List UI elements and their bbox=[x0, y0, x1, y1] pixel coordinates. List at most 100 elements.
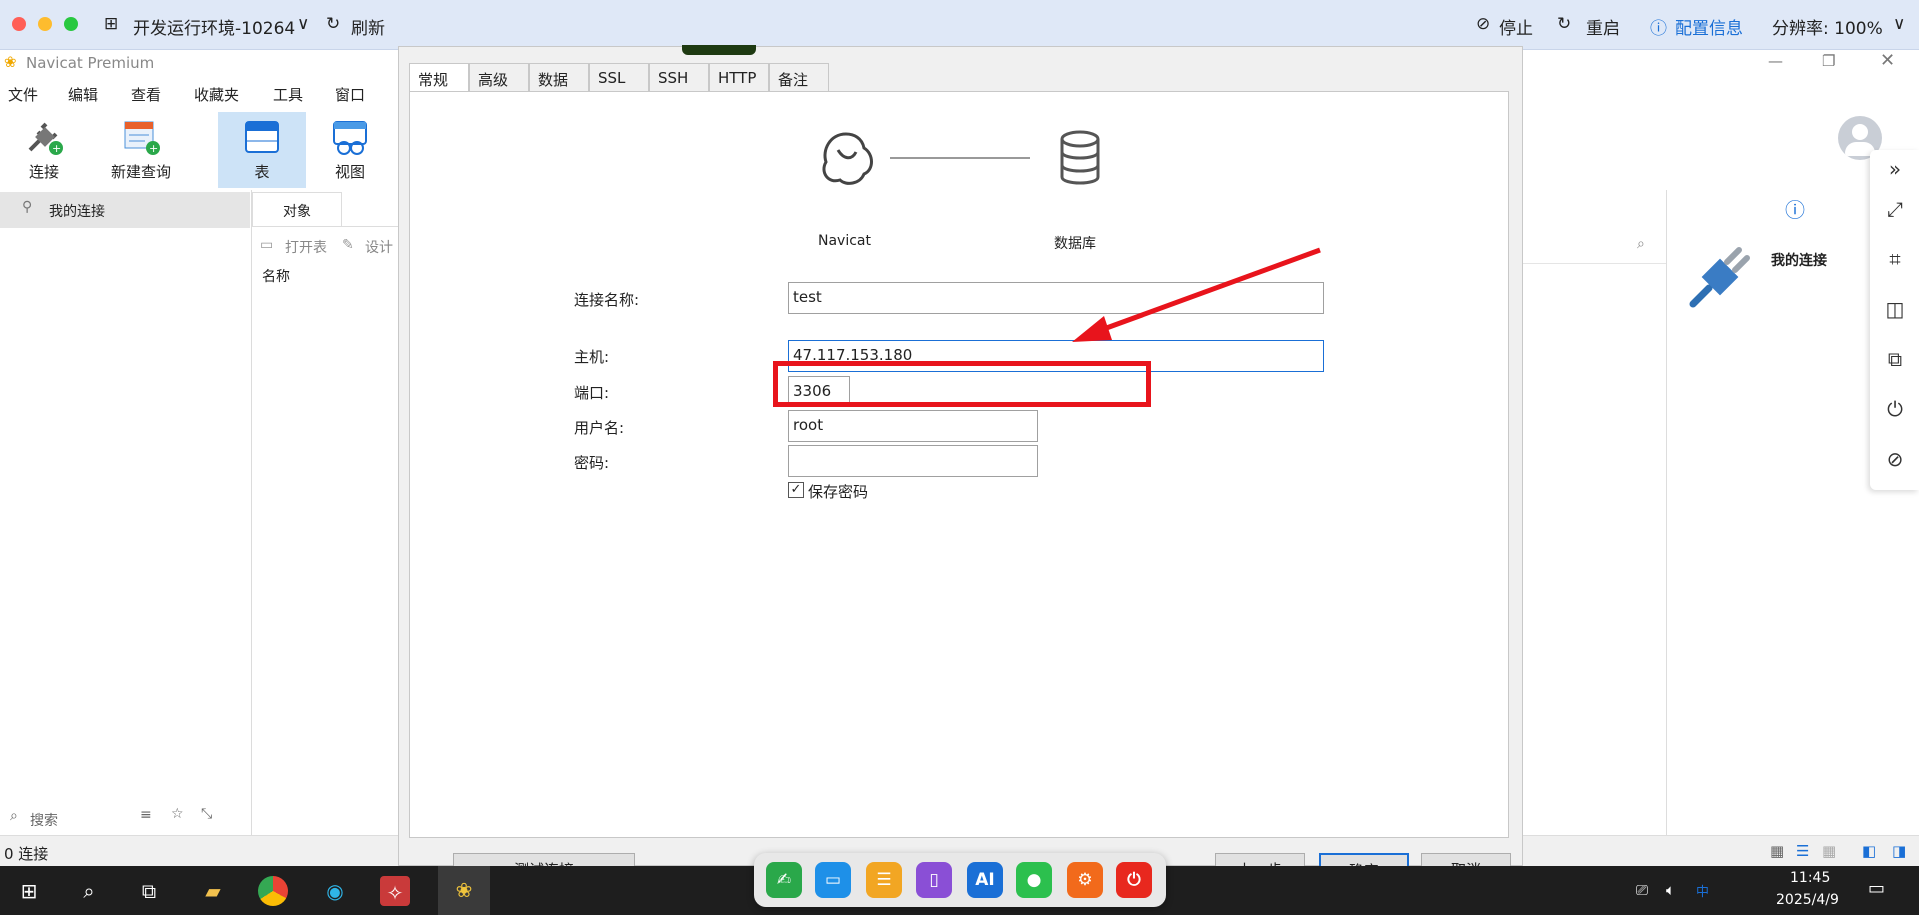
power-app-icon[interactable]: ⏻ bbox=[1116, 862, 1152, 898]
book-app-icon[interactable]: ▯ bbox=[916, 862, 952, 898]
info-icon[interactable]: ⓘ bbox=[1785, 194, 1805, 223]
search-icon: ⌕ bbox=[10, 808, 18, 824]
chat-app-icon[interactable]: ● bbox=[1016, 862, 1052, 898]
plug-icon bbox=[1687, 240, 1757, 310]
password-input[interactable] bbox=[788, 445, 1038, 477]
tab-http[interactable]: HTTP bbox=[709, 63, 769, 91]
open-table-icon: ▭ bbox=[260, 237, 274, 253]
column-header-name: 名称 bbox=[262, 269, 290, 285]
menu-favorites[interactable]: 收藏夹 bbox=[194, 84, 239, 105]
layout-icon[interactable]: ◫ bbox=[1882, 296, 1908, 322]
ime-indicator[interactable]: 中 bbox=[1696, 881, 1709, 900]
menu-edit[interactable]: 编辑 bbox=[68, 84, 98, 105]
file-explorer-icon[interactable]: ▰ bbox=[196, 874, 230, 908]
sign-app-icon[interactable]: ✍ bbox=[766, 862, 802, 898]
restart-button[interactable]: 重启 bbox=[1586, 14, 1620, 39]
save-password-checkbox[interactable]: ✓ bbox=[788, 482, 804, 498]
view-icon bbox=[330, 120, 370, 156]
general-tab-panel: Navicat 数据库 连接名称: test 主机: 47.117.153.18… bbox=[409, 91, 1509, 838]
close-icon[interactable]: ✕ bbox=[1880, 50, 1895, 71]
tab-ssl[interactable]: SSL bbox=[589, 63, 649, 91]
table-button[interactable]: 表 bbox=[218, 112, 306, 188]
notification-icon[interactable]: ▭ bbox=[1868, 878, 1885, 899]
plug-icon: + bbox=[24, 120, 64, 156]
search-input[interactable]: 搜索 bbox=[30, 810, 58, 830]
star-icon[interactable]: ☆ bbox=[171, 806, 184, 822]
detail-view-icon[interactable]: ▦ bbox=[1822, 842, 1836, 860]
chevron-down-icon[interactable]: ∨ bbox=[297, 14, 309, 34]
app-icon[interactable]: ✧ bbox=[380, 876, 410, 906]
network-icon[interactable]: ⎚ bbox=[1636, 881, 1648, 899]
scan-icon[interactable]: ⌗ bbox=[1882, 246, 1908, 272]
tab-database[interactable]: 数据库 bbox=[529, 63, 589, 110]
volume-icon[interactable]: 🔈︎ bbox=[1666, 881, 1675, 899]
refresh-icon: ↻ bbox=[326, 14, 341, 34]
new-connection-dialog: 常规 高级 数据库 SSL SSH HTTP 备注 Navicat 数据库 连接… bbox=[398, 45, 1523, 883]
tab-objects[interactable]: 对象 bbox=[252, 192, 342, 226]
collapse-icon[interactable]: ⤡ bbox=[201, 806, 212, 822]
tab-ssh[interactable]: SSH bbox=[649, 63, 709, 91]
navicat-label: Navicat bbox=[818, 233, 871, 249]
env-title[interactable]: 开发运行环境-10264 bbox=[133, 14, 295, 39]
eye-off-icon[interactable]: ⊘ bbox=[1882, 446, 1908, 472]
menu-file[interactable]: 文件 bbox=[8, 84, 38, 105]
pencil-icon: ✎ bbox=[342, 237, 354, 253]
grid-view-icon[interactable]: ▦ bbox=[1770, 842, 1784, 860]
start-icon[interactable]: ⊞ bbox=[12, 874, 46, 908]
task-view-icon[interactable]: ⧉ bbox=[132, 874, 166, 908]
restore-icon[interactable]: ❐ bbox=[1822, 52, 1835, 70]
new-query-button[interactable]: + 新建查询 bbox=[96, 112, 186, 188]
tab-notes[interactable]: 备注 bbox=[769, 63, 829, 91]
navicat-logo-icon: ❀ bbox=[4, 53, 17, 71]
search-icon[interactable]: ⌕ bbox=[72, 874, 106, 908]
chevron-down-icon[interactable]: ∨ bbox=[1893, 14, 1905, 34]
design-button[interactable]: 设计 bbox=[365, 237, 393, 257]
minimize-window-dot[interactable] bbox=[38, 17, 52, 31]
fullscreen-icon[interactable]: ⤢ bbox=[1882, 196, 1908, 222]
refresh-button[interactable]: 刷新 bbox=[351, 14, 385, 39]
view-button[interactable]: 视图 bbox=[314, 112, 386, 188]
list-view-icon[interactable]: ☰ bbox=[1796, 842, 1809, 860]
right-pane-icon[interactable]: ◨ bbox=[1892, 842, 1906, 860]
resolution-select[interactable]: 分辨率: 100% bbox=[1772, 14, 1883, 39]
filter-icon[interactable]: ≡ bbox=[140, 807, 152, 823]
tree-item-my-connections[interactable]: ⚲ 我的连接 bbox=[0, 192, 250, 228]
drag-handle[interactable] bbox=[682, 45, 756, 55]
stop-button[interactable]: 停止 bbox=[1499, 14, 1533, 39]
left-pane-icon[interactable]: ◧ bbox=[1862, 842, 1876, 860]
open-table-button[interactable]: 打开表 bbox=[285, 237, 327, 257]
search-icon[interactable]: ⌕ bbox=[1637, 236, 1645, 252]
menu-window[interactable]: 窗口 bbox=[335, 84, 365, 105]
power-icon[interactable]: ⏻ bbox=[1882, 396, 1908, 422]
screen-app-icon[interactable]: ▭ bbox=[815, 862, 851, 898]
menu-tools[interactable]: 工具 bbox=[273, 84, 303, 105]
settings-app-icon[interactable]: ⚙ bbox=[1067, 862, 1103, 898]
connection-line bbox=[890, 157, 1030, 159]
chrome-icon[interactable] bbox=[258, 876, 288, 906]
connection-count: 0 连接 bbox=[4, 845, 49, 863]
expand-panel-icon[interactable]: » bbox=[1882, 156, 1908, 182]
restart-icon: ↻ bbox=[1557, 14, 1572, 34]
minimize-icon[interactable]: — bbox=[1768, 52, 1783, 70]
username-input[interactable]: root bbox=[788, 410, 1038, 442]
navicat-taskbar-icon[interactable]: ❀ bbox=[438, 866, 490, 915]
ai-app-icon[interactable]: AI bbox=[967, 862, 1003, 898]
config-button[interactable]: 配置信息 bbox=[1675, 14, 1743, 39]
red-arrow bbox=[1072, 247, 1321, 342]
copy-icon[interactable]: ⧉ bbox=[1882, 346, 1908, 372]
navicat-logo-icon bbox=[816, 128, 876, 188]
host-label: 主机: bbox=[574, 348, 610, 366]
tab-advanced[interactable]: 高级 bbox=[469, 63, 529, 91]
connect-button[interactable]: + 连接 bbox=[8, 112, 80, 188]
close-window-dot[interactable] bbox=[12, 17, 26, 31]
tab-general[interactable]: 常规 bbox=[409, 63, 469, 94]
maximize-window-dot[interactable] bbox=[64, 17, 78, 31]
edge-icon[interactable]: ◉ bbox=[318, 874, 352, 908]
panel-title: 我的连接 bbox=[1771, 253, 1827, 269]
files-app-icon[interactable]: ☰ bbox=[866, 862, 902, 898]
database-icon bbox=[1058, 130, 1102, 186]
menu-view[interactable]: 查看 bbox=[131, 84, 161, 105]
info-icon: ⓘ bbox=[1650, 19, 1667, 39]
table-icon bbox=[242, 120, 282, 156]
svg-text:+: + bbox=[149, 142, 158, 155]
